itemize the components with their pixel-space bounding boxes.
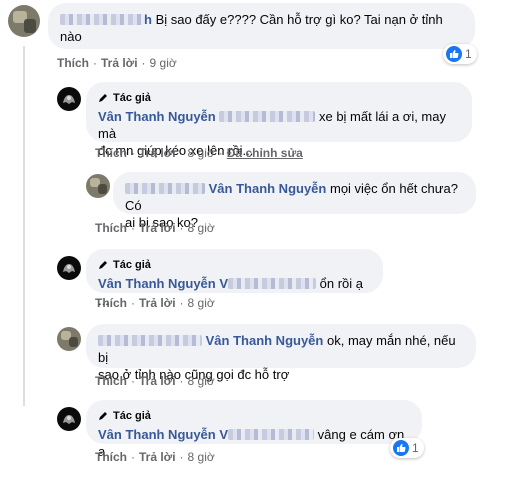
mention-link[interactable]: Vân Thanh Nguyễn [206, 333, 324, 348]
author-tag: Tác giả [98, 408, 410, 425]
like-button[interactable]: Thích [95, 450, 127, 464]
comment-actions: Thích · Trả lời · 9 giờ [57, 56, 177, 70]
like-button[interactable]: Thích [95, 374, 127, 388]
comment-bubble: Vân Thanh Nguyễn mọi việc ổn hết chưa? C… [113, 172, 476, 230]
mention-initial[interactable]: V [219, 276, 228, 291]
pen-icon [99, 412, 107, 420]
like-button[interactable]: Thích [95, 296, 127, 310]
comment-actions: Thích · Trả lời · 8 giờ [95, 296, 215, 310]
author-tag-label: Tác giả [113, 259, 151, 271]
comment-actions: Thích · Trả lời · 8 giờ · Đã chỉnh sửa [95, 146, 303, 160]
redacted-mention [228, 429, 315, 440]
comment-text: Bị sao đấy e???? Cần hỗ trợ gì ko? Tai n… [155, 12, 443, 27]
pen-icon [99, 261, 107, 269]
redacted-name [60, 14, 144, 25]
reaction-count: 1 [465, 47, 472, 61]
comment-author[interactable]: Vân Thanh Nguyễn [98, 109, 216, 124]
edited-link[interactable]: Đã chỉnh sửa [227, 146, 303, 160]
avatar[interactable] [86, 174, 110, 198]
avatar[interactable] [57, 327, 81, 351]
timestamp[interactable]: 8 giờ [188, 221, 215, 235]
redacted-name [98, 335, 202, 346]
comment-bubble: Tác giả Vân Thanh Nguyễn V ổn rồi ạ ... [86, 249, 383, 308]
reply-button[interactable]: Trả lời [139, 146, 176, 160]
reply-button[interactable]: Trả lời [139, 296, 176, 310]
comment-bubble: Tác giả Vân Thanh Nguyễn xe bị mất lái a… [86, 82, 472, 158]
reaction-summary[interactable]: 1 [390, 438, 424, 458]
like-button[interactable]: Thích [95, 221, 127, 235]
comment-actions: Thích · Trả lời · 8 giờ [95, 221, 215, 235]
pen-icon [99, 94, 107, 102]
reaction-summary[interactable]: 1 [443, 44, 477, 64]
author-tag-label: Tác giả [113, 92, 151, 104]
timestamp[interactable]: 8 giờ [188, 146, 215, 160]
comment-author[interactable]: Vân Thanh Nguyễn [98, 276, 216, 291]
author-avatar[interactable] [57, 256, 81, 280]
author-tag: Tác giả [98, 90, 460, 107]
reply-button[interactable]: Trả lời [101, 56, 138, 70]
redacted-name [125, 183, 205, 194]
comment-actions: Thích · Trả lời · 8 giờ [95, 374, 215, 388]
like-button[interactable]: Thích [57, 56, 89, 70]
reply-button[interactable]: Trả lời [139, 374, 176, 388]
like-button[interactable]: Thích [95, 146, 127, 160]
avatar[interactable] [8, 5, 40, 37]
author-avatar[interactable] [57, 87, 81, 111]
author-tag-label: Tác giả [113, 410, 151, 422]
thumbs-up-icon [446, 46, 462, 62]
reaction-count: 1 [412, 441, 419, 455]
mention-initial[interactable]: V [219, 427, 228, 442]
comment-author[interactable]: Vân Thanh Nguyễn [98, 427, 216, 442]
reply-button[interactable]: Trả lời [139, 450, 176, 464]
reply-button[interactable]: Trả lời [139, 221, 176, 235]
timestamp[interactable]: 8 giờ [188, 296, 215, 310]
redacted-mention [219, 111, 316, 122]
comment-author[interactable]: h [144, 12, 152, 27]
comment-actions: Thích · Trả lời · 8 giờ [95, 450, 215, 464]
mention-link[interactable]: Vân Thanh Nguyễn [209, 181, 327, 196]
timestamp[interactable]: 8 giờ [188, 374, 215, 388]
redacted-mention [228, 278, 317, 289]
comment-bubble: Tác giả Vân Thanh Nguyễn V vâng e cám ơn… [86, 400, 422, 459]
thumbs-up-icon [393, 440, 409, 456]
timestamp[interactable]: 9 giờ [150, 56, 177, 70]
comment-text-cont: nào [60, 29, 82, 44]
thread-line [23, 46, 25, 406]
comment-bubble: h Bị sao đấy e???? Cần hỗ trợ gì ko? Tai… [48, 3, 475, 49]
author-avatar[interactable] [57, 407, 81, 431]
timestamp[interactable]: 8 giờ [188, 450, 215, 464]
author-tag: Tác giả [98, 257, 371, 274]
comment-bubble: Vân Thanh Nguyễn ok, may mắn nhé, nếu bị… [86, 324, 476, 382]
